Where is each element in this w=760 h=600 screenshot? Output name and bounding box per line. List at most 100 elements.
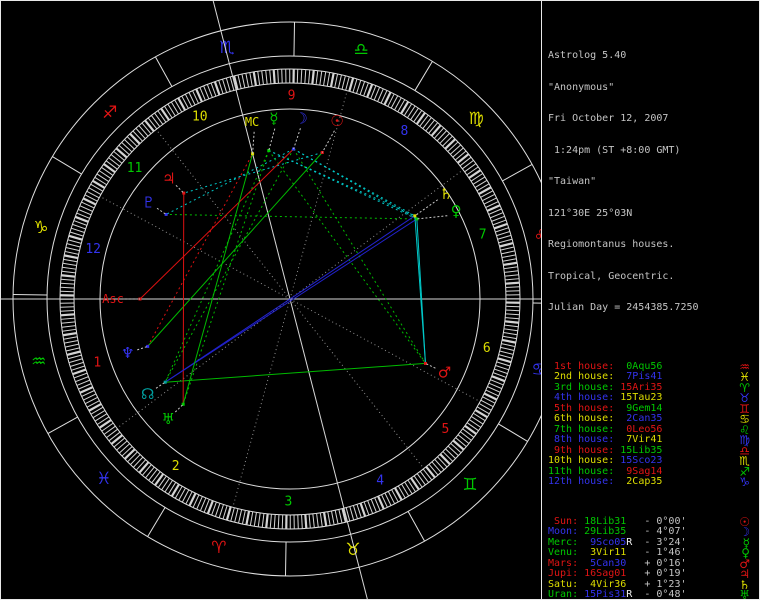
degree-tick	[501, 254, 516, 259]
degree-tick	[366, 83, 374, 98]
house-number-3: 3	[284, 494, 292, 509]
sign-boundary	[147, 507, 166, 537]
degree-tick	[329, 72, 335, 88]
uran-pointer-line	[174, 403, 184, 413]
degree-tick	[468, 419, 482, 428]
chart-coords: 121°30E 25°03N	[548, 207, 633, 219]
degree-tick	[135, 127, 146, 139]
degree-tick	[225, 506, 232, 521]
mars-glyph: ♂	[438, 363, 451, 381]
degree-tick	[154, 112, 164, 125]
degree-tick	[499, 350, 514, 355]
chart-place: "Taiwan"	[548, 176, 597, 187]
astrolog-window: ♈♉♊♋♌♍♎♏♐♑♒♓123456789101112☉☽☿♀♂♃♄♅♆♇☊As…	[0, 0, 760, 600]
degree-tick	[315, 70, 319, 85]
moon-glyph: ☽	[294, 109, 307, 127]
planet-value: 4Vir36	[578, 578, 627, 590]
degree-tick	[123, 448, 136, 460]
degree-tick	[241, 73, 246, 88]
degree-tick	[434, 459, 445, 471]
degree-tick	[450, 144, 462, 155]
degree-tick	[64, 339, 79, 344]
degree-tick	[501, 343, 516, 348]
degree-tick	[422, 117, 432, 129]
degree-tick	[160, 107, 170, 121]
mc-pointer-line	[252, 131, 255, 154]
aspect-trine-venu-plut	[166, 213, 417, 220]
degree-tick	[62, 328, 77, 332]
planet-latitude: - 0°00'	[632, 515, 687, 527]
degree-tick	[213, 81, 221, 96]
house-cusp-line	[289, 298, 425, 469]
sign-glyph-virgo: ♍	[468, 109, 483, 129]
degree-tick	[64, 250, 79, 255]
degree-tick	[491, 375, 506, 383]
degree-tick	[110, 434, 123, 445]
degree-tick	[501, 250, 516, 255]
house-number-2: 2	[172, 459, 180, 474]
chart-name: "Anonymous"	[548, 81, 615, 93]
house-value: 2Cap35	[614, 476, 663, 487]
plut-pointer-line	[156, 207, 167, 215]
planet-value: 9Sco05	[578, 536, 627, 548]
degree-tick	[498, 354, 513, 359]
house-label: 7th house:	[548, 423, 615, 435]
house-value: 15Lib35	[614, 444, 663, 456]
degree-tick	[61, 325, 76, 328]
house-label: 12th house:	[548, 476, 615, 487]
degree-tick	[69, 361, 84, 367]
degree-tick	[222, 505, 228, 520]
degree-tick	[494, 368, 508, 375]
aspect-sextile-moon-satu	[293, 148, 416, 217]
degree-tick	[106, 428, 118, 439]
sun-glyph: ☉	[330, 112, 343, 130]
degree-tick	[108, 157, 120, 167]
house-label: 3rd house:	[548, 381, 615, 393]
planet-value: 3Vir11	[578, 547, 627, 558]
degree-tick	[234, 508, 239, 523]
degree-tick	[60, 317, 75, 320]
sign-boundary	[47, 416, 78, 435]
degree-tick	[359, 81, 366, 95]
degree-tick	[430, 124, 442, 137]
house-system: Regiomontanus houses.	[548, 239, 675, 250]
house-cusp-list: 1st house: 0Aqu56 ♒ 2nd house: 7Pis41 ♓ 3r…	[548, 360, 759, 489]
degree-tick	[222, 78, 228, 93]
degree-tick	[431, 461, 442, 473]
degree-tick	[497, 357, 512, 364]
planet-value: 15Pis31	[578, 589, 627, 600]
degree-tick	[130, 454, 141, 465]
degree-tick	[245, 510, 251, 526]
degree-tick	[300, 69, 303, 84]
degree-tick	[501, 338, 517, 344]
aspect-sextile-merc-satu	[268, 150, 416, 217]
planet-value: 5Can30	[578, 557, 627, 569]
degree-tick	[308, 514, 311, 529]
degree-tick	[330, 510, 335, 525]
degree-tick	[308, 69, 311, 84]
degree-tick	[98, 419, 112, 429]
degree-tick	[265, 513, 269, 528]
degree-tick	[503, 328, 518, 332]
degree-tick	[505, 309, 520, 312]
degree-tick	[64, 343, 79, 348]
sign-glyph-pisces: ♓	[96, 469, 111, 489]
degree-tick	[505, 278, 520, 281]
degree-tick	[60, 310, 75, 312]
planet-label: Uran:	[548, 589, 579, 600]
planet-label: Sun:	[548, 515, 579, 527]
degree-tick	[103, 425, 116, 435]
degree-tick	[498, 238, 513, 244]
planet-latitude: + 1°23'	[632, 578, 687, 590]
planet-label: Moon:	[548, 526, 579, 537]
house-cusp-line	[289, 298, 481, 403]
degree-tick	[62, 331, 77, 337]
house-row: 12th house: 2Cap35 ♑	[548, 475, 759, 489]
degree-tick	[281, 69, 283, 84]
degree-tick	[297, 514, 299, 529]
house-value: 0Aqu56	[614, 360, 663, 372]
degree-tick	[496, 231, 511, 237]
house-value: 0Leo56	[614, 423, 663, 435]
house-sign-icon: ♑	[739, 475, 750, 489]
degree-tick	[61, 274, 76, 278]
